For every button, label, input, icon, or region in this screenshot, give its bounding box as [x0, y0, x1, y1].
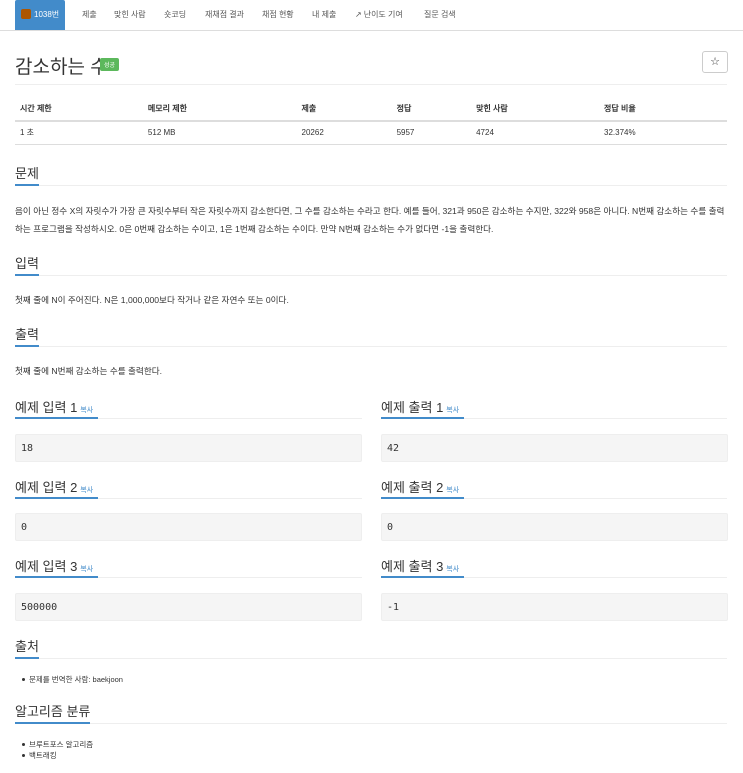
algorithm-list: 브루트포스 알고리즘 백트래킹	[21, 739, 93, 761]
tab-problem[interactable]: 1038번	[15, 0, 66, 30]
table-cell: 5957	[391, 121, 472, 145]
table-header-cell: 시간 제한	[15, 97, 143, 122]
problem-menu-tabs: 1038번 제출 맞힌 사람 숏코딩 재채점 결과 채점 현황 내 제출 ↗ 난이…	[0, 0, 743, 31]
section-underline	[15, 722, 90, 724]
sample-input-2-title: 예제 입력 2 복사	[15, 480, 94, 495]
problem-output: 첫째 줄에 N번째 감소하는 수를 출력한다.	[15, 366, 163, 376]
section-underline	[15, 274, 39, 276]
list-item[interactable]: 브루트포스 알고리즘	[21, 739, 93, 750]
tier-badge-icon	[21, 8, 31, 19]
sample-input-1[interactable]: 18	[15, 434, 362, 462]
table-header-cell: 정답	[391, 97, 472, 122]
section-divider	[39, 658, 727, 659]
table-cell: 4724	[471, 121, 600, 145]
tab-difficulty-contribution[interactable]: ↗ 난이도 기여	[355, 0, 403, 30]
sample-output-1[interactable]: 42	[381, 434, 728, 462]
table-cell: 512 MB	[142, 121, 297, 145]
section-underline	[381, 417, 464, 419]
status-badge: 성공	[100, 58, 120, 71]
tab-status[interactable]: 채점 현황	[262, 0, 294, 30]
tab-short-coding[interactable]: 숏코딩	[164, 0, 186, 30]
sample-input-3[interactable]: 500000	[15, 593, 362, 621]
section-underline	[15, 576, 98, 578]
sample-output-3-title: 예제 출력 3 복사	[381, 559, 460, 574]
problem-description: 음이 아닌 정수 X의 자릿수가 가장 큰 자릿수부터 작은 자릿수까지 감소한…	[15, 206, 725, 234]
problem-input: 첫째 줄에 N이 주어진다. N은 1,000,000보다 작거나 같은 자연수…	[15, 295, 289, 305]
title-divider	[15, 84, 727, 85]
sample-output-1-title: 예제 출력 1 복사	[381, 400, 460, 415]
section-title-algorithm: 알고리즘 분류	[15, 704, 91, 719]
table-header-cell: 맞힌 사람	[471, 97, 600, 122]
tab-question-search[interactable]: 질문 검색	[424, 0, 456, 30]
section-divider	[464, 498, 727, 499]
section-title-output: 출력	[15, 327, 39, 342]
section-underline	[15, 657, 39, 659]
copy-button[interactable]: 복사	[446, 407, 459, 414]
sample-output-3[interactable]: -1	[381, 593, 728, 621]
external-link-icon: ↗	[355, 10, 362, 19]
copy-button[interactable]: 복사	[446, 566, 459, 573]
copy-button[interactable]: 복사	[80, 566, 93, 573]
table-row: 1 초 512 MB 20262 5957 4724 32.374%	[15, 121, 727, 145]
sample-output-2[interactable]: 0	[381, 513, 728, 541]
problem-info-table: 시간 제한 메모리 제한 제출 정답 맞힌 사람 정답 비율 1 초 512 M…	[15, 97, 727, 145]
section-underline	[381, 497, 464, 499]
sample-input-1-title: 예제 입력 1 복사	[15, 400, 94, 415]
copy-button[interactable]: 복사	[446, 487, 459, 494]
table-cell: 20262	[296, 121, 392, 145]
section-underline	[15, 345, 39, 347]
tab-submit[interactable]: 제출	[82, 0, 97, 30]
table-cell: 1 초	[15, 121, 143, 145]
section-underline	[381, 576, 464, 578]
section-underline	[15, 497, 98, 499]
tab-my-submissions[interactable]: 내 제출	[312, 0, 336, 30]
section-divider	[98, 418, 362, 419]
page-title: 감소하는 수	[15, 57, 108, 78]
star-icon: ☆	[710, 56, 720, 68]
section-divider	[39, 185, 727, 186]
sample-input-2[interactable]: 0	[15, 513, 362, 541]
table-header-row: 시간 제한 메모리 제한 제출 정답 맞힌 사람 정답 비율	[15, 97, 727, 122]
section-divider	[464, 577, 727, 578]
star-button[interactable]: ☆	[702, 51, 728, 73]
sample-input-3-title: 예제 입력 3 복사	[15, 559, 94, 574]
table-cell: 32.374%	[599, 121, 727, 145]
tab-rejudge-results[interactable]: 재채점 결과	[205, 0, 244, 30]
section-divider	[39, 346, 727, 347]
list-item[interactable]: 백트래킹	[21, 750, 93, 761]
tab-accepted-users[interactable]: 맞힌 사람	[114, 0, 146, 30]
table-header-cell: 제출	[296, 97, 392, 122]
section-divider	[98, 498, 362, 499]
section-divider	[464, 418, 727, 419]
section-underline	[15, 184, 39, 186]
section-title-input: 입력	[15, 256, 39, 271]
section-underline	[15, 417, 98, 419]
section-divider	[90, 723, 727, 724]
copy-button[interactable]: 복사	[80, 487, 93, 494]
source-list: 문제를 번역한 사람: baekjoon	[22, 674, 123, 685]
table-header-cell: 정답 비율	[599, 97, 727, 122]
section-title-source: 출처	[15, 639, 39, 654]
sample-output-2-title: 예제 출력 2 복사	[381, 480, 460, 495]
section-divider	[98, 577, 362, 578]
section-divider	[39, 275, 727, 276]
section-title-description: 문제	[15, 166, 39, 181]
list-item: 문제를 번역한 사람: baekjoon	[22, 675, 123, 684]
table-header-cell: 메모리 제한	[142, 97, 297, 122]
copy-button[interactable]: 복사	[80, 407, 93, 414]
